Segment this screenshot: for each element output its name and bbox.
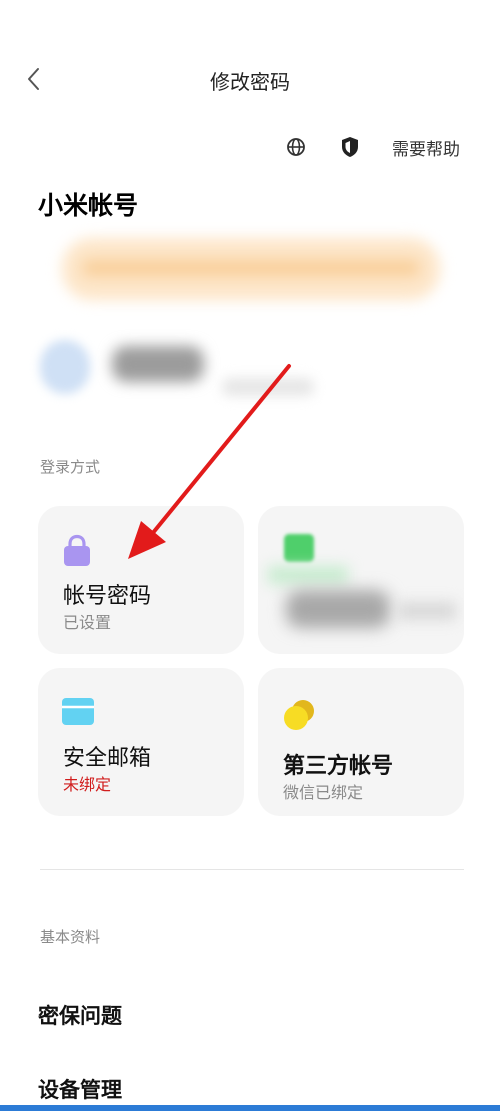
divider <box>40 869 464 870</box>
basic-info-label: 基本资料 <box>40 928 101 946</box>
security-question-item[interactable]: 密保问题 <box>38 1000 122 1030</box>
device-management-item[interactable]: 设备管理 <box>38 1074 122 1104</box>
bottom-bar <box>0 1105 500 1111</box>
